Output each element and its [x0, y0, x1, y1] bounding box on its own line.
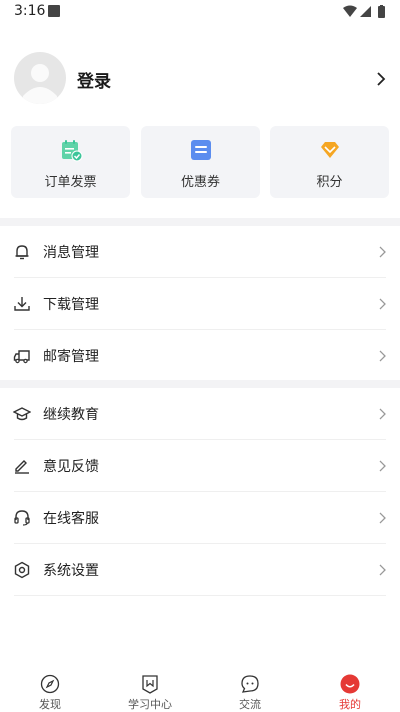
bell-icon: [15, 245, 29, 260]
nav-me[interactable]: 我的: [300, 668, 400, 712]
nav-label: 学习中心: [128, 698, 172, 711]
chevron-right-icon: [379, 460, 386, 472]
graduation-cap-icon: [13, 407, 31, 421]
battery-icon: [378, 6, 385, 18]
menu-label: 邮寄管理: [43, 349, 99, 365]
profile-header[interactable]: 登录: [0, 50, 400, 108]
avatar[interactable]: [14, 52, 66, 104]
compass-icon: [40, 674, 60, 694]
menu-item-downloads[interactable]: 下载管理: [0, 278, 400, 330]
status-time: 3:16: [14, 3, 46, 19]
notification-icon: [48, 5, 60, 17]
settings-icon: [14, 561, 30, 579]
nav-community[interactable]: 交流: [200, 668, 300, 712]
chat-icon: [241, 675, 259, 693]
card-coupon[interactable]: 优惠券: [141, 126, 260, 198]
chevron-right-icon: [379, 350, 386, 362]
signal-icon: [360, 6, 371, 17]
card-order-invoice[interactable]: 订单发票: [11, 126, 130, 198]
menu-label: 继续教育: [43, 407, 99, 423]
card-label: 积分: [316, 175, 343, 190]
coupon-icon: [191, 140, 211, 160]
status-bar: 3:16: [0, 0, 400, 24]
bottom-nav: 发现 学习中心 交流 我的: [0, 668, 400, 712]
menu-label: 在线客服: [43, 511, 99, 527]
menu-label: 意见反馈: [43, 459, 99, 475]
login-link[interactable]: 登录: [77, 67, 111, 92]
edit-icon: [15, 460, 29, 474]
nav-learning-center[interactable]: 学习中心: [100, 668, 200, 712]
profile-icon: [340, 674, 360, 694]
nav-label: 交流: [239, 698, 261, 711]
truck-icon: [13, 350, 30, 364]
chevron-right-icon: [377, 72, 386, 86]
menu-label: 系统设置: [43, 563, 99, 579]
nav-discover[interactable]: 发现: [0, 668, 100, 712]
section-divider: [0, 380, 400, 388]
diamond-icon: [321, 142, 339, 158]
book-icon: [142, 675, 158, 694]
wifi-icon: [343, 5, 357, 17]
menu-item-mailing[interactable]: 邮寄管理: [0, 330, 400, 382]
menu-item-messages[interactable]: 消息管理: [0, 226, 400, 278]
menu-item-system-settings[interactable]: 系统设置: [0, 544, 400, 596]
menu-label: 消息管理: [43, 245, 99, 261]
chevron-right-icon: [379, 298, 386, 310]
menu-item-feedback[interactable]: 意见反馈: [0, 440, 400, 492]
chevron-right-icon: [379, 512, 386, 524]
menu-label: 下载管理: [43, 297, 99, 313]
card-points[interactable]: 积分: [270, 126, 389, 198]
nav-label: 发现: [39, 698, 61, 711]
card-label: 订单发票: [44, 175, 97, 190]
avatar-placeholder-icon: [23, 64, 57, 104]
menu-item-customer-service[interactable]: 在线客服: [0, 492, 400, 544]
menu-item-continuing-education[interactable]: 继续教育: [0, 388, 400, 440]
chevron-right-icon: [379, 246, 386, 258]
status-icons: [343, 5, 385, 18]
nav-label: 我的: [339, 698, 361, 711]
invoice-icon: [62, 140, 83, 162]
section-divider: [0, 218, 400, 226]
quick-cards: 订单发票 优惠券 积分: [11, 126, 389, 198]
headset-icon: [14, 510, 30, 526]
chevron-right-icon: [379, 564, 386, 576]
chevron-right-icon: [379, 408, 386, 420]
card-label: 优惠券: [180, 175, 220, 190]
download-icon: [14, 297, 30, 311]
menu-separator: [14, 595, 386, 596]
